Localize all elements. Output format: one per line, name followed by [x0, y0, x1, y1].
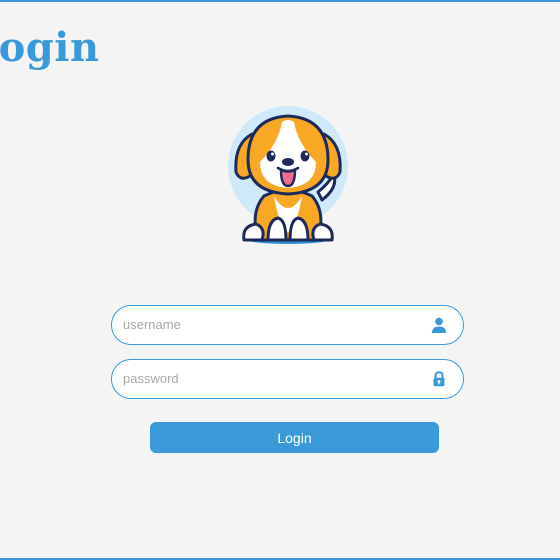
- lock-icon: [431, 371, 447, 387]
- password-input[interactable]: [123, 360, 413, 397]
- username-field[interactable]: [111, 305, 464, 345]
- username-input[interactable]: [123, 306, 413, 343]
- login-button[interactable]: Login: [150, 422, 439, 453]
- user-icon: [431, 317, 447, 333]
- login-window: Login: [0, 0, 560, 560]
- puppy-mascot-icon: [222, 100, 354, 246]
- password-field[interactable]: [111, 359, 464, 399]
- page-title: Login: [0, 24, 100, 71]
